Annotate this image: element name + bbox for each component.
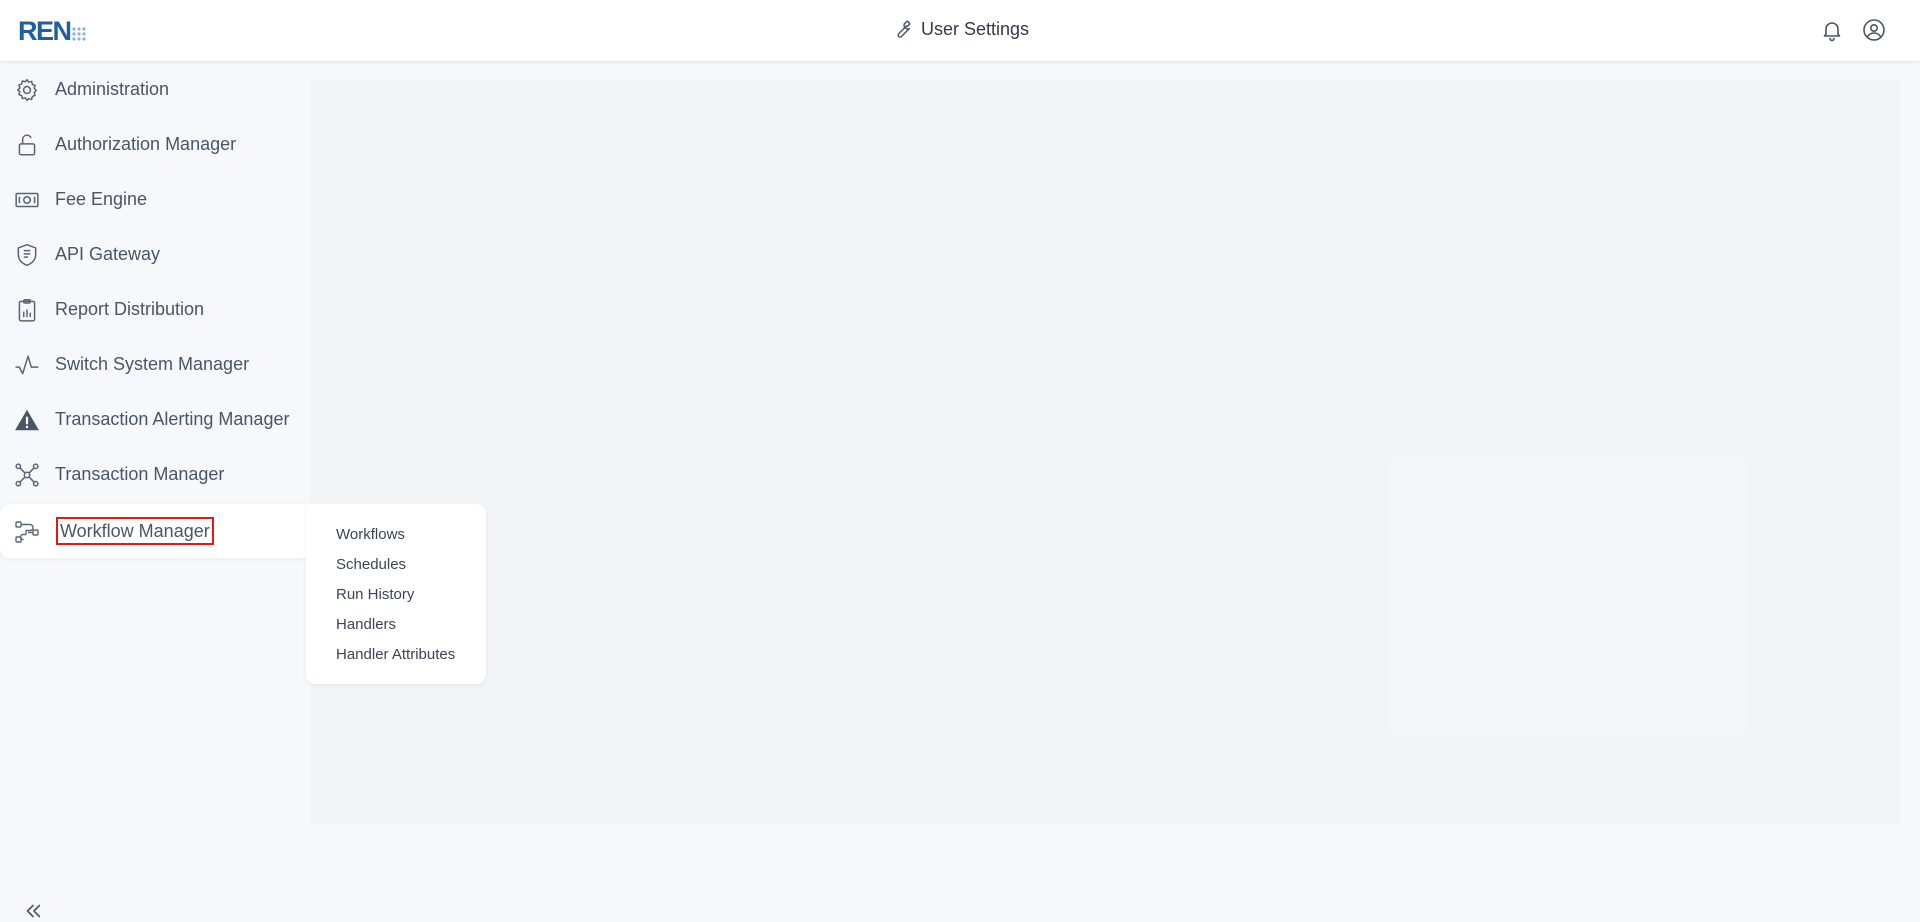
sidebar-item-administration[interactable]: Administration — [0, 62, 308, 116]
banknote-icon — [14, 187, 40, 213]
submenu-item-run-history[interactable]: Run History — [336, 586, 414, 603]
wrench-icon — [897, 20, 911, 38]
unlock-icon — [14, 132, 40, 158]
logo-text: REN — [18, 16, 72, 46]
submenu-item-handler-attributes[interactable]: Handler Attributes — [336, 646, 455, 663]
gear-icon — [14, 77, 40, 103]
main-content — [310, 80, 1900, 824]
bell-icon[interactable] — [1820, 18, 1844, 42]
user-circle-icon[interactable] — [1862, 18, 1886, 42]
sidebar-item-label: Report Distribution — [55, 298, 205, 319]
page-title-text: User Settings — [920, 18, 1030, 39]
page-title: User Settings — [891, 18, 1029, 40]
sidebar-item-api-gateway[interactable]: API Gateway — [0, 227, 308, 281]
sidebar-item-switch-system-manager[interactable]: Switch System Manager — [0, 337, 308, 391]
submenu-item-workflows[interactable]: Workflows — [336, 526, 405, 543]
warning-icon — [14, 407, 40, 433]
sidebar-item-label: Fee Engine — [55, 188, 148, 209]
workflow-manager-submenu: Workflows Schedules Run History Handlers… — [306, 504, 486, 684]
sidebar-item-workflow-manager[interactable]: Workflow Manager — [0, 504, 308, 558]
sidebar-item-label: Transaction Manager — [55, 463, 225, 484]
double-chevron-left-icon[interactable] — [22, 900, 44, 922]
sidebar-item-fee-engine[interactable]: Fee Engine — [0, 172, 308, 226]
sidebar-item-transaction-alerting-manager[interactable]: Transaction Alerting Manager — [0, 392, 308, 446]
sidebar-item-label: API Gateway — [55, 243, 161, 264]
app-logo[interactable]: REN — [18, 17, 86, 45]
logo-dots-icon — [71, 27, 86, 41]
sidebar-item-label: Transaction Alerting Manager — [55, 408, 290, 429]
sidebar-item-label: Authorization Manager — [55, 133, 237, 154]
shield-icon — [14, 242, 40, 268]
workflow-icon — [14, 519, 40, 545]
top-bar: REN User Settings — [0, 0, 1920, 62]
submenu-item-schedules[interactable]: Schedules — [336, 556, 406, 573]
sidebar-item-report-distribution[interactable]: Report Distribution — [0, 282, 308, 336]
submenu-item-handlers[interactable]: Handlers — [336, 616, 396, 633]
sidebar-item-label: Administration — [55, 78, 170, 99]
pulse-icon — [14, 352, 40, 378]
sidebar: Administration Authorization Manager Fee… — [0, 62, 308, 918]
sidebar-item-label: Workflow Manager — [56, 517, 214, 545]
network-icon — [14, 462, 40, 488]
sidebar-item-transaction-manager[interactable]: Transaction Manager — [0, 447, 308, 501]
sidebar-item-authorization-manager[interactable]: Authorization Manager — [0, 117, 308, 171]
background-card — [1388, 454, 1748, 738]
sidebar-item-label: Switch System Manager — [55, 353, 250, 374]
clipboard-icon — [14, 297, 40, 323]
